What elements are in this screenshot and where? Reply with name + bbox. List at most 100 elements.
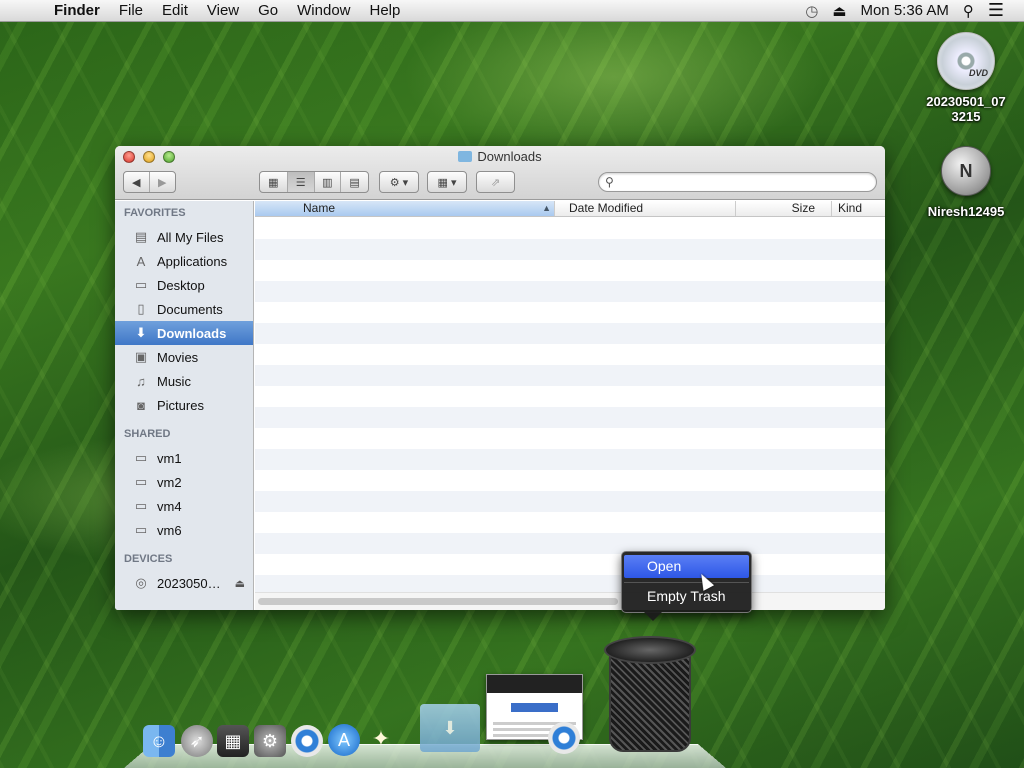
gear-icon: ⚙ ▾ bbox=[389, 176, 409, 189]
notification-list-icon[interactable]: ☰ bbox=[988, 0, 1004, 21]
sidebar-item-dvd-device[interactable]: ◎ 2023050… ⏏ bbox=[115, 571, 253, 595]
action-menu-button[interactable]: ⚙ ▾ bbox=[379, 171, 419, 193]
dock-launchpad-icon[interactable]: ➶ bbox=[181, 725, 213, 757]
sidebar-item-music[interactable]: ♫ Music bbox=[115, 369, 253, 393]
sidebar-item-movies[interactable]: ▣ Movies bbox=[115, 345, 253, 369]
sidebar-item-pictures[interactable]: ◙ Pictures bbox=[115, 393, 253, 417]
menu-help[interactable]: Help bbox=[370, 2, 401, 19]
dock-browser-icon[interactable] bbox=[291, 725, 323, 757]
desktop-user-volume[interactable]: N Niresh12495 bbox=[916, 146, 1016, 219]
menu-finder[interactable]: Finder bbox=[54, 2, 100, 19]
desktop-user-label: Niresh12495 bbox=[927, 204, 1005, 219]
desktop-dvd-disc[interactable]: DVD 20230501_07 3215 bbox=[916, 32, 1016, 124]
column-header-date-modified[interactable]: Date Modified bbox=[555, 201, 736, 216]
column-headers: Name ▲ Date Modified Size Kind bbox=[255, 201, 885, 217]
menu-view[interactable]: View bbox=[207, 2, 239, 19]
clock[interactable]: Mon 5:36 AM bbox=[860, 2, 948, 19]
search-input[interactable] bbox=[621, 175, 866, 189]
sidebar-item-desktop[interactable]: ▭ Desktop bbox=[115, 273, 253, 297]
window-title: Downloads bbox=[115, 149, 885, 164]
sidebar-header-favorites: FAVORITES bbox=[124, 207, 186, 219]
finder-window: Downloads ◀ ▶ ▦ ☰ ▥ ▤ ⚙ ▾ ▦ ▾ ⇗ ⚲ FAVORI… bbox=[115, 146, 885, 610]
menu-file[interactable]: File bbox=[119, 2, 143, 19]
dock-trash-icon[interactable] bbox=[604, 636, 696, 754]
dock-finder-icon[interactable]: ☺ bbox=[143, 725, 175, 757]
sidebar-item-applications[interactable]: A Applications bbox=[115, 249, 253, 273]
dock-mission-control-icon[interactable]: ▦ bbox=[217, 725, 249, 757]
applications-icon: A bbox=[136, 253, 146, 269]
menu-separator bbox=[624, 582, 749, 583]
trash-context-menu: Open Empty Trash bbox=[621, 551, 752, 621]
trash-can-body bbox=[609, 650, 691, 752]
eject-icon[interactable]: ⏏ bbox=[235, 577, 245, 590]
search-icon: ⚲ bbox=[605, 175, 614, 189]
menu-item-empty-trash[interactable]: Empty Trash bbox=[624, 585, 749, 608]
sidebar-item-vm1[interactable]: ▭ vm1 bbox=[115, 446, 253, 470]
view-mode-buttons: ▦ ☰ ▥ ▤ bbox=[259, 171, 369, 193]
column-header-size[interactable]: Size bbox=[736, 201, 832, 216]
movies-icon: ▣ bbox=[134, 349, 148, 364]
eject-menu-icon[interactable]: ⏏ bbox=[832, 2, 846, 20]
sidebar-header-devices: DEVICES bbox=[124, 553, 173, 565]
dock-downloads-folder-icon[interactable]: ⬇ bbox=[420, 704, 480, 752]
sidebar-item-downloads[interactable]: ⬇ Downloads bbox=[115, 321, 253, 345]
downloads-icon: ⬇ bbox=[135, 325, 147, 340]
cover-flow-button[interactable]: ▤ bbox=[341, 172, 368, 192]
back-button[interactable]: ◀ bbox=[124, 172, 150, 192]
computer-icon: ▭ bbox=[134, 474, 148, 489]
search-field[interactable]: ⚲ bbox=[598, 172, 877, 192]
horizontal-scrollbar[interactable] bbox=[255, 592, 885, 610]
sort-ascending-icon: ▲ bbox=[542, 203, 551, 213]
arrange-icon: ▦ ▾ bbox=[437, 176, 457, 189]
share-button[interactable]: ⇗ bbox=[476, 171, 515, 193]
file-list: Name ▲ Date Modified Size Kind bbox=[255, 201, 885, 610]
documents-icon: ▯ bbox=[137, 301, 145, 316]
desktop-dvd-label: 20230501_07 3215 bbox=[926, 94, 1006, 124]
dock-system-preferences-icon[interactable]: ⚙ bbox=[254, 725, 286, 757]
menu-go[interactable]: Go bbox=[258, 2, 278, 19]
icon-view-button[interactable]: ▦ bbox=[260, 172, 288, 192]
sidebar-item-all-my-files[interactable]: ▤ All My Files bbox=[115, 225, 253, 249]
all-files-icon: ▤ bbox=[134, 229, 148, 244]
computer-icon: ▭ bbox=[134, 498, 148, 513]
dock-app-store-icon[interactable]: A bbox=[328, 724, 360, 756]
stack-preview-button bbox=[510, 703, 559, 712]
computer-icon: ▭ bbox=[134, 522, 148, 537]
list-view-button[interactable]: ☰ bbox=[287, 172, 315, 192]
menu-item-open[interactable]: Open bbox=[624, 555, 749, 578]
sidebar-item-vm4[interactable]: ▭ vm4 bbox=[115, 494, 253, 518]
dock-browser-icon-2[interactable] bbox=[548, 722, 580, 754]
folder-icon bbox=[458, 151, 473, 162]
disc-icon: ◎ bbox=[135, 575, 147, 590]
column-header-kind[interactable]: Kind bbox=[832, 201, 885, 216]
stack-preview-header bbox=[487, 675, 582, 693]
scrollbar-thumb[interactable] bbox=[258, 598, 618, 605]
user-volume-icon: N bbox=[941, 146, 991, 196]
sidebar-item-vm2[interactable]: ▭ vm2 bbox=[115, 470, 253, 494]
sidebar-item-vm6[interactable]: ▭ vm6 bbox=[115, 518, 253, 542]
trash-can-rim bbox=[604, 636, 696, 664]
sidebar-header-shared: SHARED bbox=[124, 428, 171, 440]
forward-button[interactable]: ▶ bbox=[150, 172, 175, 192]
column-header-name[interactable]: Name ▲ bbox=[255, 201, 555, 216]
spotlight-icon[interactable]: ⚲ bbox=[963, 2, 974, 20]
column-view-button[interactable]: ▥ bbox=[315, 172, 342, 192]
sidebar: FAVORITES ▤ All My Files A Applications ▭ D… bbox=[115, 201, 254, 610]
sidebar-item-documents[interactable]: ▯ Documents bbox=[115, 297, 253, 321]
file-list-rows[interactable] bbox=[255, 218, 885, 592]
menu-edit[interactable]: Edit bbox=[162, 2, 188, 19]
menu-extras: ◷ ⏏ Mon 5:36 AM ⚲ ☰ bbox=[805, 0, 1024, 21]
time-machine-icon[interactable]: ◷ bbox=[805, 2, 818, 20]
menu-bar: Finder File Edit View Go Window Help ◷ ⏏… bbox=[0, 0, 1024, 22]
share-icon: ⇗ bbox=[490, 176, 501, 189]
nav-buttons: ◀ ▶ bbox=[123, 171, 176, 193]
pictures-icon: ◙ bbox=[137, 397, 145, 413]
music-icon: ♫ bbox=[136, 373, 146, 389]
arrange-menu-button[interactable]: ▦ ▾ bbox=[427, 171, 467, 193]
dvd-icon: DVD bbox=[937, 32, 995, 90]
computer-icon: ▭ bbox=[134, 450, 148, 465]
title-bar: Downloads ◀ ▶ ▦ ☰ ▥ ▤ ⚙ ▾ ▦ ▾ ⇗ ⚲ bbox=[115, 146, 885, 200]
desktop-icon: ▭ bbox=[134, 277, 148, 292]
menu-window[interactable]: Window bbox=[297, 2, 350, 19]
dock-wizard-icon[interactable]: ✦ bbox=[365, 722, 397, 756]
